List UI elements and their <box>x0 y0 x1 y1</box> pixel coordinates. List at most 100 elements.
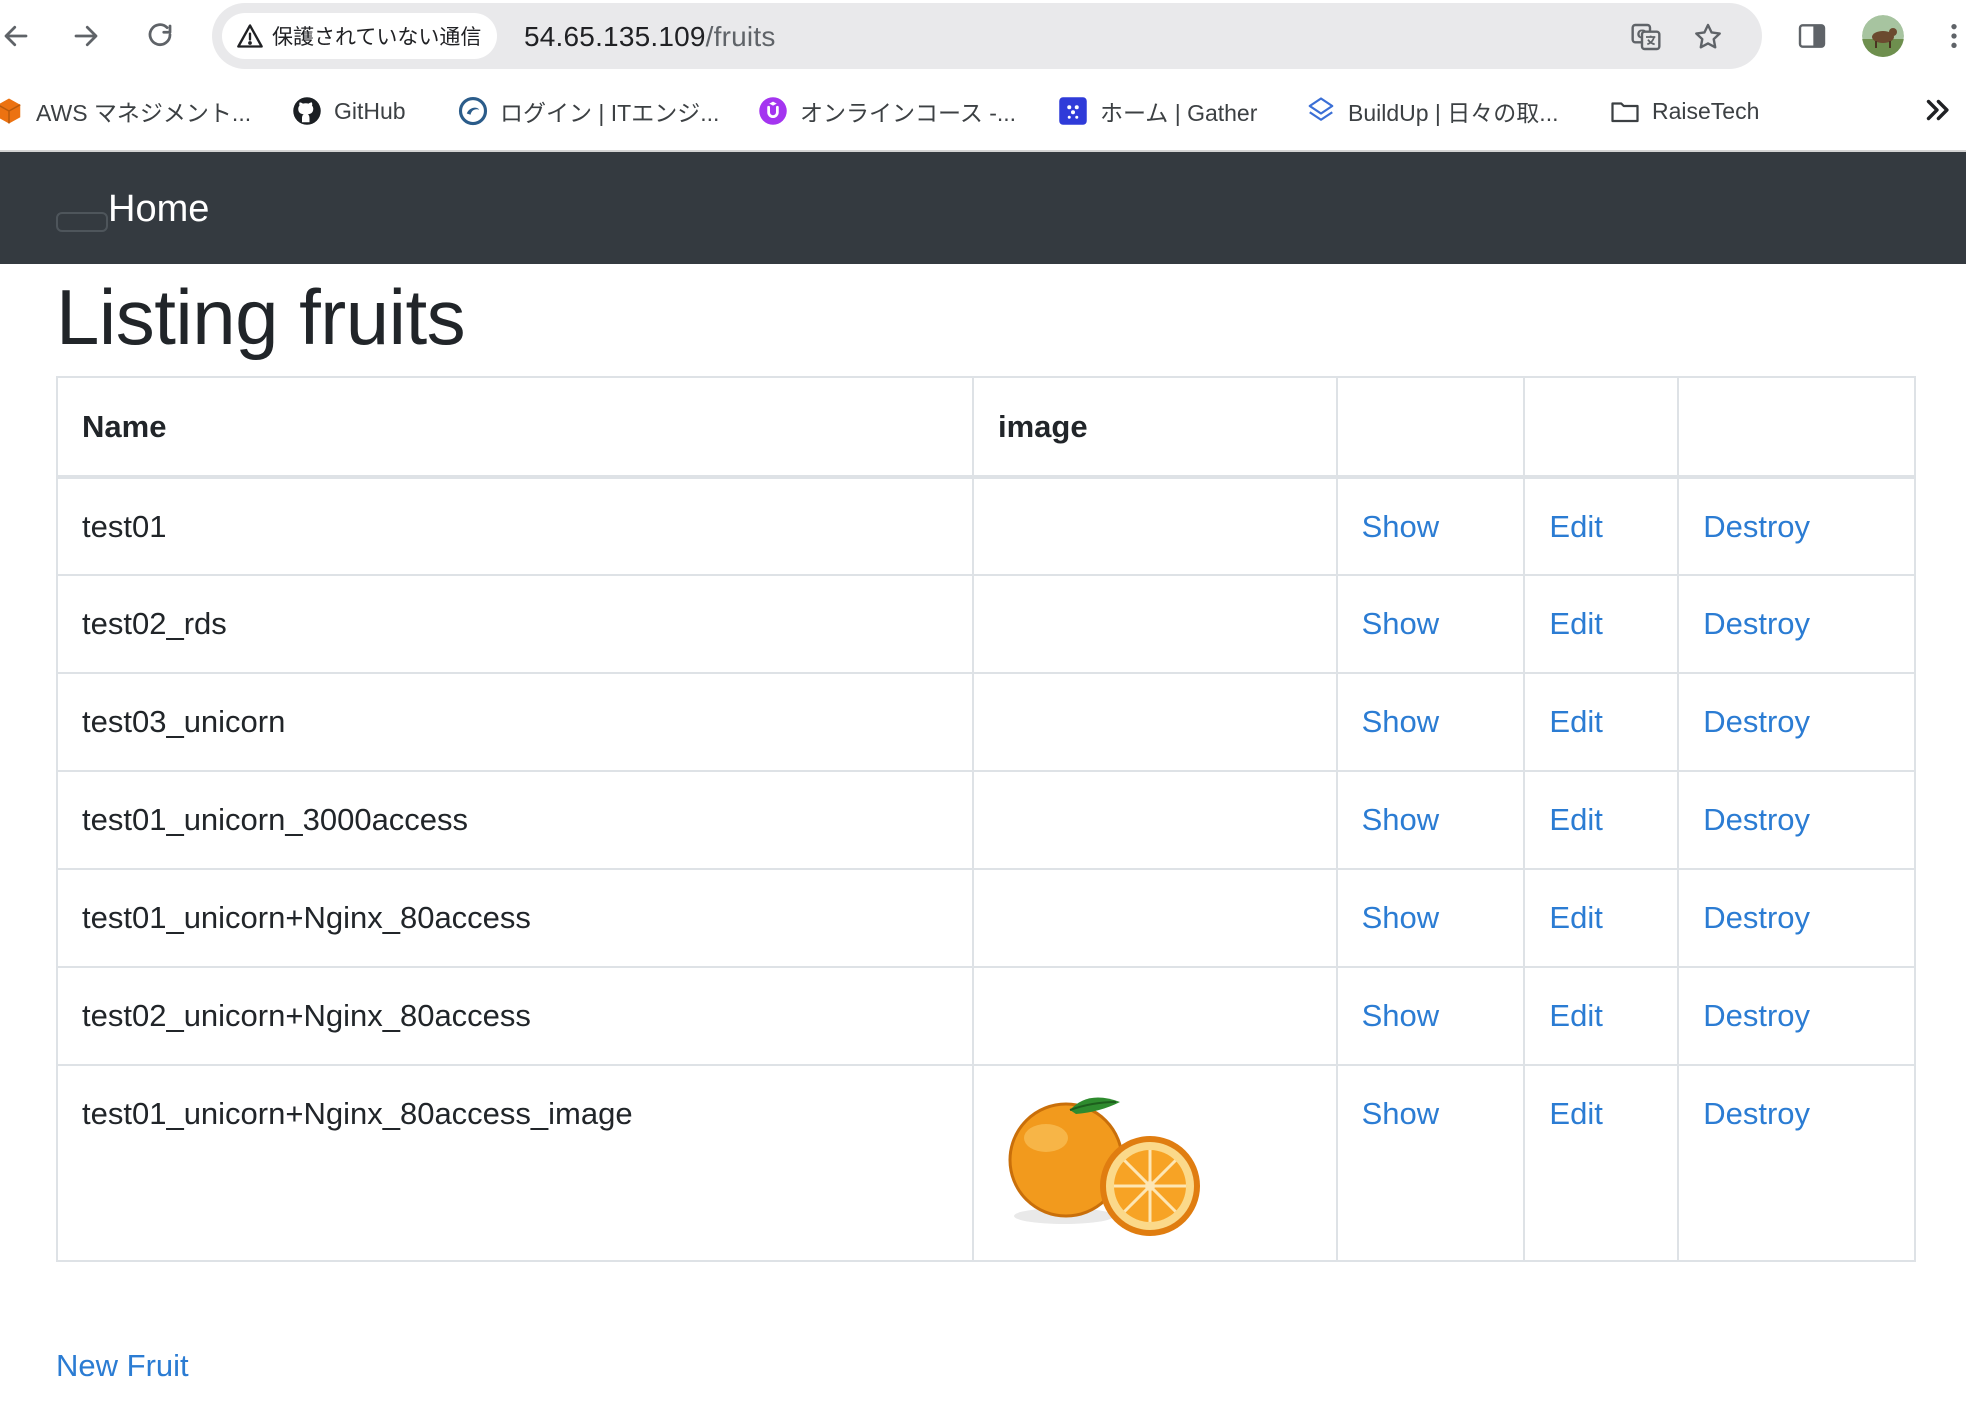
security-label: 保護されていない通信 <box>272 26 482 49</box>
buildup-icon <box>1306 96 1336 126</box>
edit-link[interactable]: Edit <box>1549 998 1602 1033</box>
folder-icon <box>1610 96 1640 126</box>
show-link[interactable]: Show <box>1362 802 1440 837</box>
fruit-image-cell <box>971 476 1338 576</box>
side-panel-button[interactable] <box>1790 14 1834 58</box>
destroy-link[interactable]: Destroy <box>1703 509 1810 544</box>
table-row: test01_unicorn+Nginx_80access Show Edit … <box>56 868 1916 968</box>
destroy-link[interactable]: Destroy <box>1703 802 1810 837</box>
bookmark-label: AWS マネジメント... <box>36 100 252 126</box>
fruits-table: Name image test01 Show Edit Destroy test… <box>56 376 1916 1262</box>
bookmark-label: GitHub <box>334 97 406 124</box>
aws-cube-icon <box>0 96 24 126</box>
table-row: test01_unicorn+Nginx_80access_image Show… <box>56 1064 1916 1262</box>
kebab-menu-icon <box>1951 24 1957 48</box>
destroy-link[interactable]: Destroy <box>1703 704 1810 739</box>
address-bar[interactable]: 保護されていない通信 54.65.135.109/fruits G <box>212 3 1762 69</box>
show-link[interactable]: Show <box>1362 998 1440 1033</box>
star-icon <box>1695 23 1721 49</box>
fruit-name: test03_unicorn <box>56 672 974 772</box>
show-link[interactable]: Show <box>1362 1096 1440 1131</box>
bookmark-label: オンラインコース -... <box>800 100 1017 126</box>
fruit-name: test01 <box>56 476 974 576</box>
bookmark-star-button[interactable] <box>1688 17 1728 57</box>
forward-button[interactable] <box>64 14 108 58</box>
header-destroy <box>1677 376 1916 479</box>
header-image: image <box>971 376 1338 479</box>
show-link[interactable]: Show <box>1362 606 1440 641</box>
navbar-brand-home-link[interactable]: Home <box>108 188 209 231</box>
top-navbar: Home <box>0 152 1966 264</box>
fruit-image-cell <box>971 1064 1338 1262</box>
edit-link[interactable]: Edit <box>1549 704 1602 739</box>
bookmark-online-course[interactable]: オンラインコース -... <box>758 94 1016 128</box>
fruit-image-cell <box>971 770 1338 870</box>
browser-chrome: 保護されていない通信 54.65.135.109/fruits G AWS マネ… <box>0 0 1966 152</box>
show-link[interactable]: Show <box>1362 900 1440 935</box>
bookmark-buildup[interactable]: BuildUp | 日々の取... <box>1306 94 1558 128</box>
fruit-image-cell <box>971 672 1338 772</box>
table-row: test01 Show Edit Destroy <box>56 476 1916 576</box>
bookmark-gather[interactable]: ホーム | Gather <box>1058 94 1257 128</box>
bookmark-label: ホーム | Gather <box>1100 100 1258 126</box>
profile-avatar[interactable] <box>1862 15 1904 57</box>
table-row: test02_unicorn+Nginx_80access Show Edit … <box>56 966 1916 1066</box>
header-edit <box>1523 376 1680 479</box>
new-fruit-link[interactable]: New Fruit <box>56 1348 189 1384</box>
back-button[interactable] <box>0 14 38 58</box>
fruit-image-cell <box>971 966 1338 1066</box>
site-logo-icon <box>458 96 488 126</box>
header-show <box>1335 376 1526 479</box>
edit-link[interactable]: Edit <box>1549 1096 1602 1131</box>
arrow-left-icon <box>4 25 28 47</box>
fruit-name: test01_unicorn+Nginx_80access <box>56 868 974 968</box>
bookmark-it-engineer[interactable]: ログイン | ITエンジ... <box>458 94 719 128</box>
bookmark-github[interactable]: GitHub <box>292 94 406 128</box>
github-icon <box>292 96 322 126</box>
url-host: 54.65.135.109 <box>524 21 706 52</box>
table-header-row: Name image <box>56 376 1916 479</box>
bookmark-folder-raisetech[interactable]: RaiseTech <box>1610 94 1759 128</box>
edit-link[interactable]: Edit <box>1549 900 1602 935</box>
destroy-link[interactable]: Destroy <box>1703 900 1810 935</box>
reload-icon <box>148 23 172 47</box>
page-title: Listing fruits <box>56 273 466 361</box>
table-row: test02_rds Show Edit Destroy <box>56 574 1916 674</box>
bookmarks-overflow-button[interactable] <box>1920 93 1954 127</box>
navbar-toggler-button[interactable] <box>56 212 108 232</box>
destroy-link[interactable]: Destroy <box>1703 606 1810 641</box>
bookmarks-bar: AWS マネジメント... GitHub ログイン | ITエンジ... オンラ… <box>0 86 1966 134</box>
url-text[interactable]: 54.65.135.109/fruits <box>524 21 776 53</box>
bookmark-aws[interactable]: AWS マネジメント... <box>0 94 251 128</box>
double-chevron-right-icon <box>1926 99 1949 121</box>
bookmark-label: RaiseTech <box>1652 97 1760 124</box>
table-row: test01_unicorn_3000access Show Edit Dest… <box>56 770 1916 870</box>
edit-link[interactable]: Edit <box>1549 606 1602 641</box>
bookmark-label: BuildUp | 日々の取... <box>1348 100 1559 126</box>
url-path: /fruits <box>705 21 776 52</box>
reload-button[interactable] <box>138 14 182 58</box>
avatar-icon <box>1862 15 1904 57</box>
translate-button[interactable]: G <box>1626 17 1666 57</box>
header-name: Name <box>56 376 974 479</box>
side-panel-icon <box>1798 24 1826 48</box>
destroy-link[interactable]: Destroy <box>1703 998 1810 1033</box>
fruit-name: test01_unicorn+Nginx_80access_image <box>56 1064 974 1262</box>
edit-link[interactable]: Edit <box>1549 509 1602 544</box>
destroy-link[interactable]: Destroy <box>1703 1096 1810 1131</box>
fruit-image-cell <box>971 868 1338 968</box>
edit-link[interactable]: Edit <box>1549 802 1602 837</box>
security-chip[interactable]: 保護されていない通信 <box>222 13 498 59</box>
show-link[interactable]: Show <box>1362 509 1440 544</box>
menu-button[interactable] <box>1932 14 1966 58</box>
fruit-name: test02_rds <box>56 574 974 674</box>
arrow-right-icon <box>74 25 98 47</box>
udemy-icon <box>758 96 788 126</box>
fruit-name: test01_unicorn_3000access <box>56 770 974 870</box>
translate-icon: G <box>1631 23 1661 51</box>
show-link[interactable]: Show <box>1362 704 1440 739</box>
gather-icon <box>1058 96 1088 126</box>
warning-icon <box>237 24 263 48</box>
table-row: test03_unicorn Show Edit Destroy <box>56 672 1916 772</box>
fruit-name: test02_unicorn+Nginx_80access <box>56 966 974 1066</box>
